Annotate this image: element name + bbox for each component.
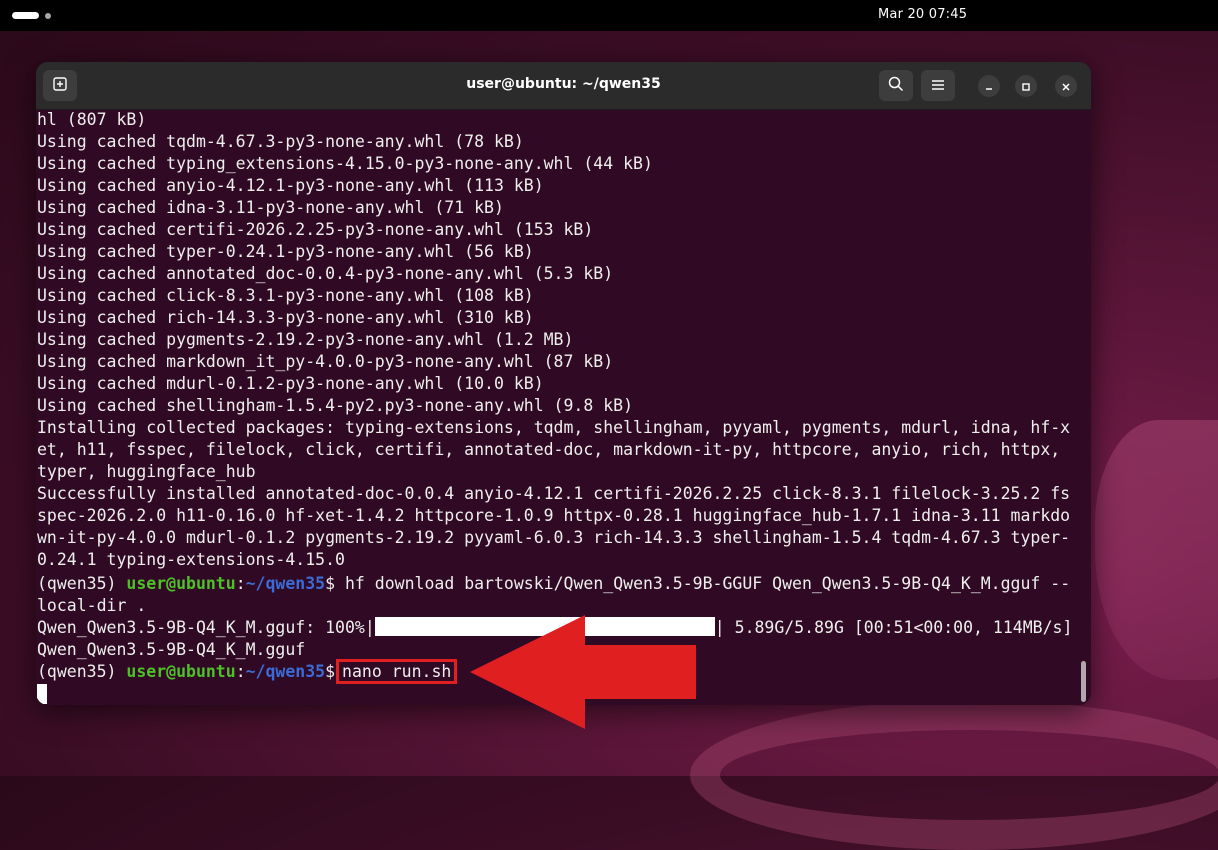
output-line: Using cached pygments-2.19.2-py3-none-an… xyxy=(37,330,574,349)
output-line: spec-2026.2.0 h11-0.16.0 hf-xet-1.4.2 ht… xyxy=(37,506,1071,525)
output-line: Using cached typer-0.24.1-py3-none-any.w… xyxy=(37,242,534,261)
download-result: Qwen_Qwen3.5-9B-Q4_K_M.gguf xyxy=(37,640,306,659)
title-bar[interactable]: user@ubuntu: ~/qwen35 xyxy=(36,62,1091,110)
progress-prefix: Qwen_Qwen3.5-9B-Q4_K_M.gguf: 100%| xyxy=(37,618,375,637)
prompt-env: (qwen35) xyxy=(37,574,127,593)
output-line: Using cached rich-14.3.3-py3-none-any.wh… xyxy=(37,308,534,327)
output-line: typer, huggingface_hub xyxy=(37,462,256,481)
output-line: Using cached mdurl-0.1.2-py3-none-any.wh… xyxy=(37,374,544,393)
prompt-path: ~/qwen35 xyxy=(245,662,326,681)
maximize-button[interactable] xyxy=(1015,75,1037,97)
output-line: Successfully installed annotated-doc-0.0… xyxy=(37,484,1071,503)
output-line: Using cached certifi-2026.2.25-py3-none-… xyxy=(37,220,594,239)
output-line: et, h11, fsspec, filelock, click, certif… xyxy=(37,440,1061,459)
progress-suffix: | 5.89G/5.89G [00:51<00:00, 114MB/s] xyxy=(714,618,1073,637)
output-line: Installing collected packages: typing-ex… xyxy=(37,418,1071,437)
output-line: Using cached typing_extensions-4.15.0-py… xyxy=(37,154,653,173)
prompt-dollar: $ xyxy=(325,574,345,593)
terminal-window[interactable]: user@ubuntu: ~/qwen35 0.24.1 typing-exte… xyxy=(36,62,1091,705)
highlighted-command: nano run.sh xyxy=(336,659,458,684)
command-text: hf download bartowski/Qwen_Qwen3.5-9B-GG… xyxy=(344,574,1071,593)
prompt-path: ~/qwen35 xyxy=(245,574,326,593)
output-line: Using cached tqdm-4.67.3-py3-none-any.wh… xyxy=(37,132,524,151)
top-bar: Mar 20 07:45 xyxy=(0,0,1218,31)
prompt-user: user@ubuntu xyxy=(126,574,236,593)
search-icon xyxy=(888,76,904,96)
output-line: wn-it-py-4.0.0 mdurl-0.1.2 pygments-2.19… xyxy=(37,528,1071,547)
prompt-colon: : xyxy=(235,574,246,593)
prompt-line-1: (qwen35) user@ubuntu:~/qwen35$ hf downlo… xyxy=(37,573,1070,595)
wallpaper-ring xyxy=(690,700,1218,850)
maximize-icon xyxy=(1021,77,1031,96)
workspace-dot[interactable] xyxy=(45,13,51,19)
output-line: Using cached idna-3.11-py3-none-any.whl … xyxy=(37,198,504,217)
prompt-line-2: (qwen35) user@ubuntu:~/qwen35$ nano run.s… xyxy=(37,659,458,684)
minimize-button[interactable] xyxy=(978,75,1000,97)
minimize-icon xyxy=(984,77,994,96)
hamburger-menu-icon xyxy=(931,76,945,95)
output-line: Using cached click-8.3.1-py3-none-any.wh… xyxy=(37,286,534,305)
wallpaper-mascot xyxy=(1095,420,1218,680)
output-line: Using cached markdown_it_py-4.0.0-py3-no… xyxy=(37,352,614,371)
menu-button[interactable] xyxy=(921,70,955,101)
output-line: hl (807 kB) xyxy=(37,110,147,129)
prompt-colon: : xyxy=(235,662,246,681)
scrollbar-thumb[interactable] xyxy=(1081,661,1086,702)
terminal-cursor xyxy=(37,684,47,704)
prompt-env: (qwen35) xyxy=(37,662,127,681)
prompt-dollar: $ xyxy=(325,662,336,681)
output-line: 0.24.1 typing-extensions-4.15.0 xyxy=(37,550,345,569)
red-arrow-icon xyxy=(470,615,696,729)
search-button[interactable] xyxy=(879,70,913,101)
command-continuation: local-dir . xyxy=(37,596,147,615)
activities-indicator[interactable] xyxy=(12,12,39,19)
clock[interactable]: Mar 20 07:45 xyxy=(878,7,967,22)
output-line: Using cached shellingham-1.5.4-py2.py3-n… xyxy=(37,396,634,415)
output-line: Using cached anyio-4.12.1-py3-none-any.w… xyxy=(37,176,544,195)
output-line: Using cached annotated_doc-0.0.4-py3-non… xyxy=(37,264,614,283)
close-icon xyxy=(1061,77,1071,96)
close-button[interactable] xyxy=(1055,75,1077,97)
prompt-user: user@ubuntu xyxy=(126,662,236,681)
